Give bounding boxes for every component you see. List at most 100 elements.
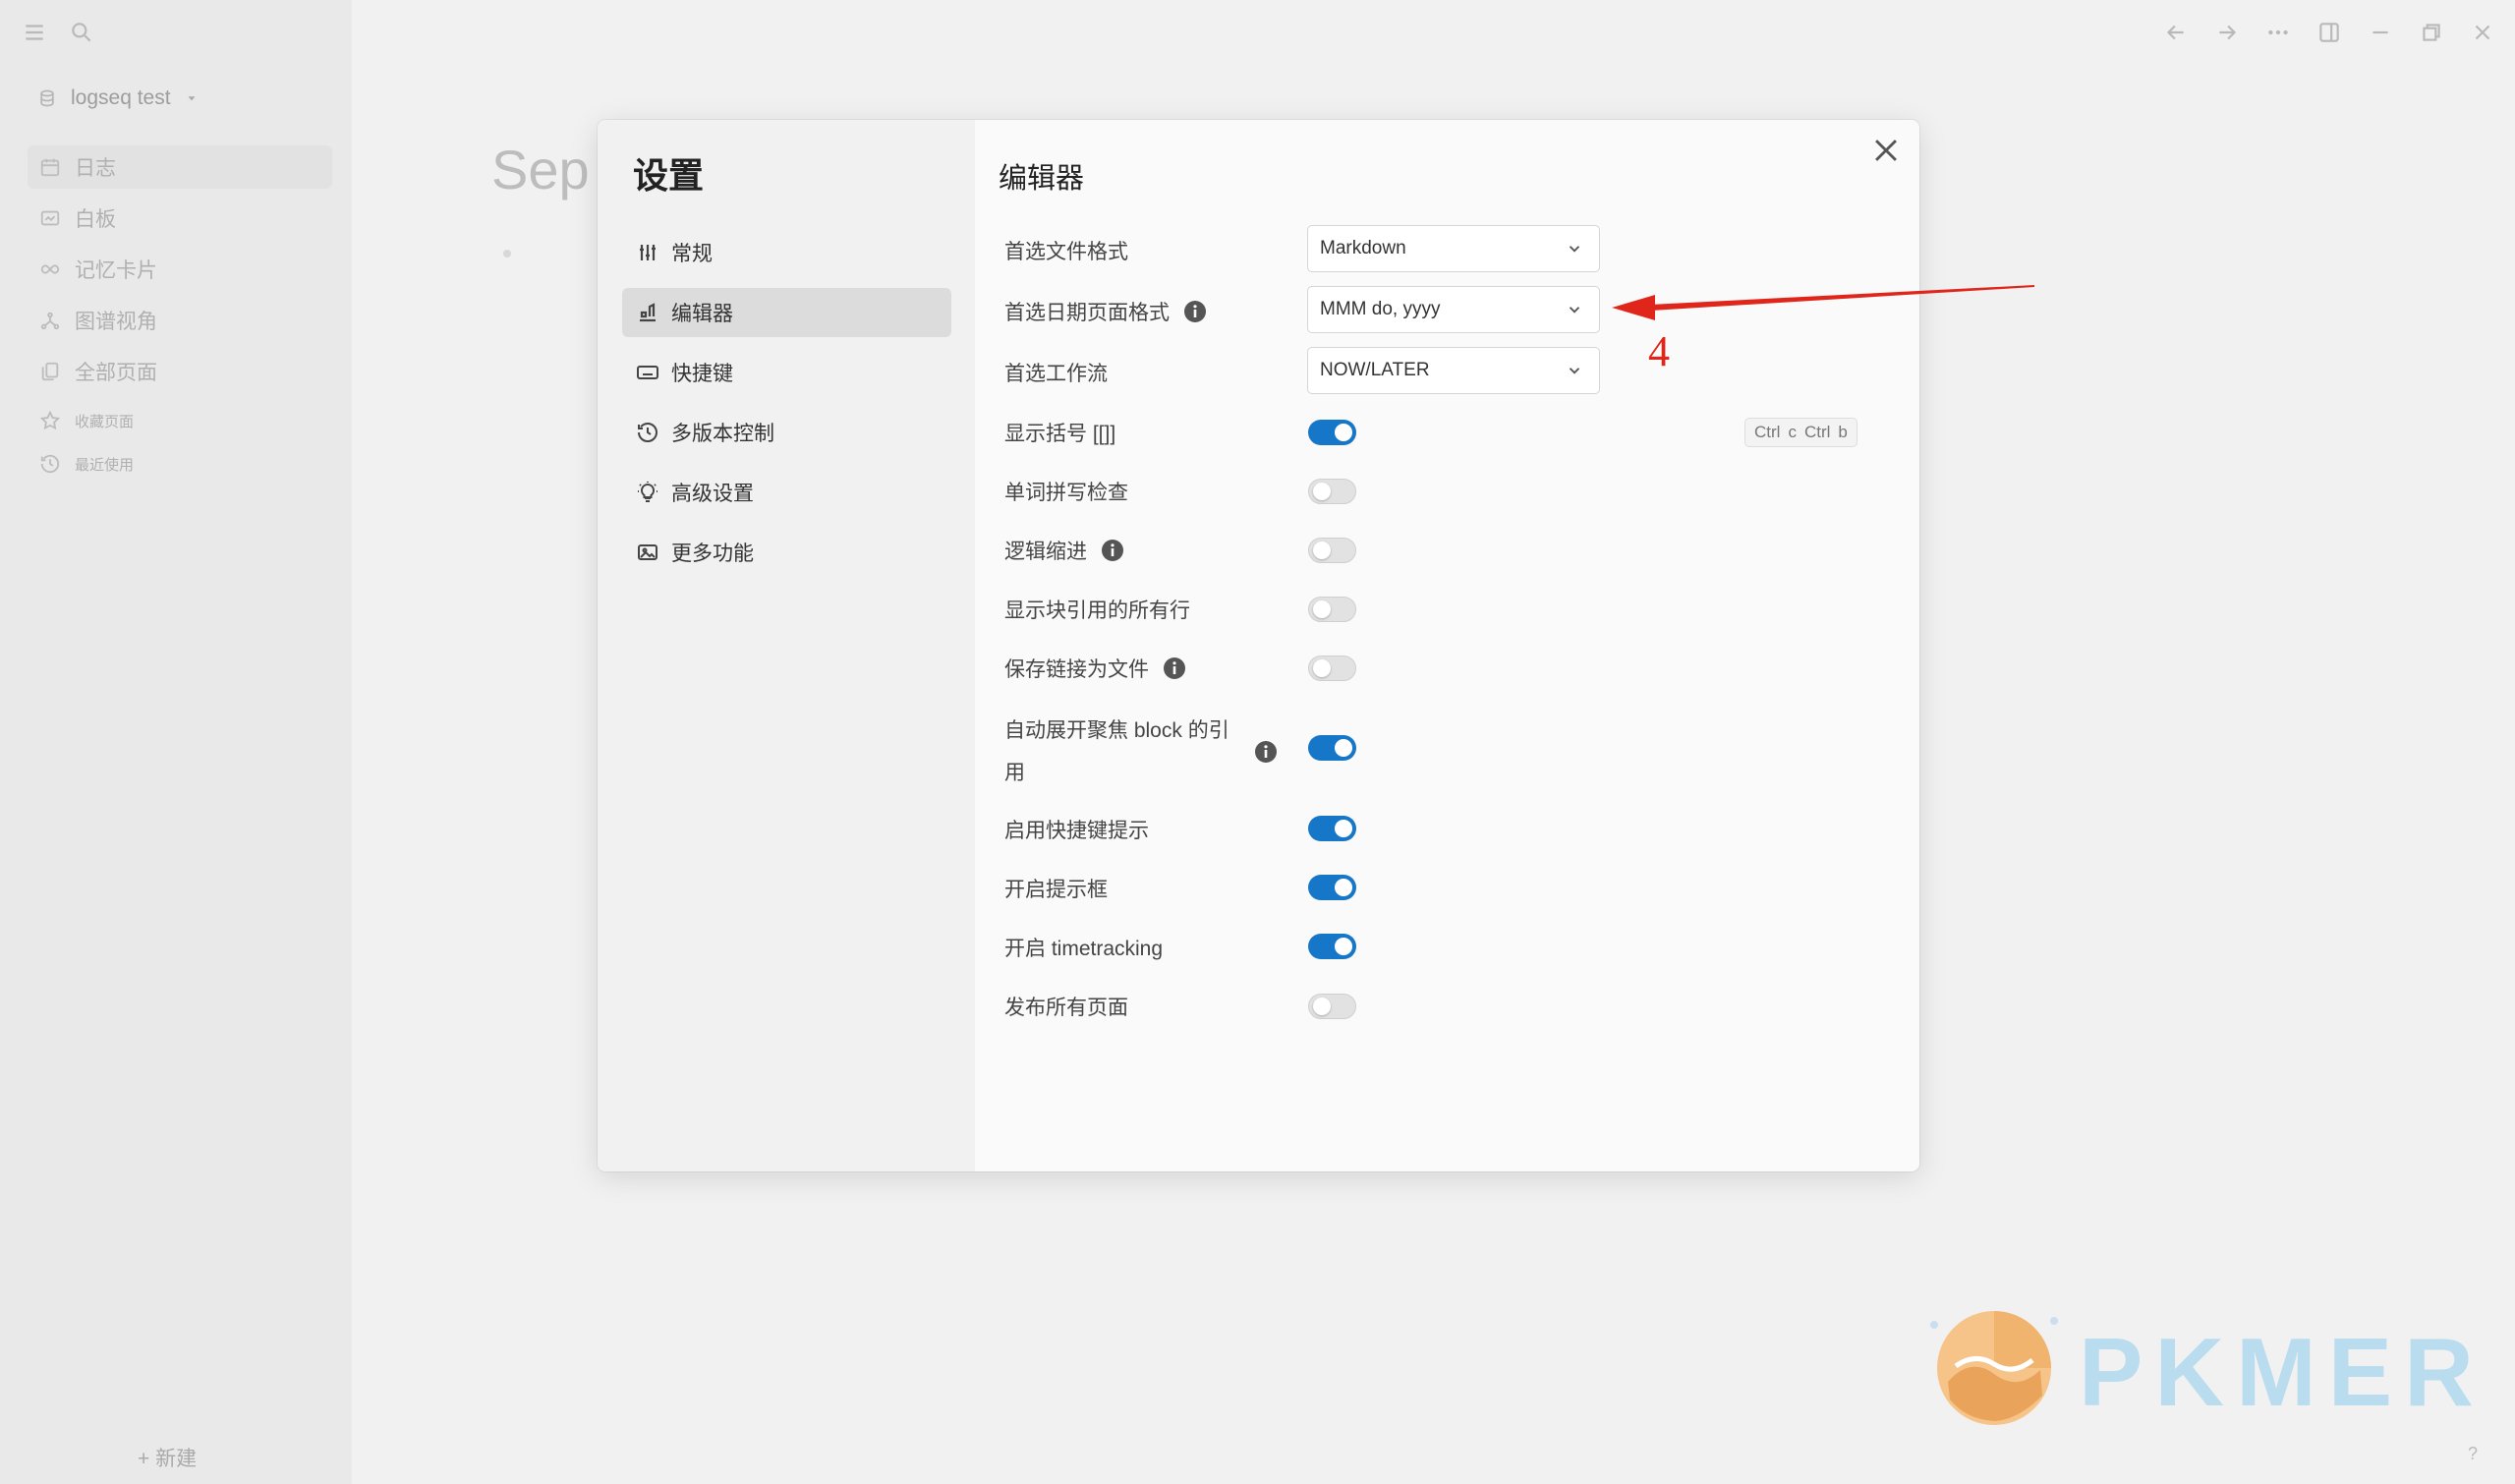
sidebar-recent[interactable]: 最近使用: [28, 444, 332, 484]
show-brackets-toggle[interactable]: [1308, 420, 1356, 445]
tab-label: 常规: [671, 243, 713, 265]
more-icon[interactable]: [2265, 20, 2291, 45]
tooltips-toggle[interactable]: [1308, 875, 1356, 900]
caret-down-icon: [188, 96, 196, 101]
sidebar-item-label: 白板: [75, 208, 116, 231]
tab-label: 高级设置: [671, 483, 754, 505]
toggle-knob: [1313, 659, 1331, 677]
infinity-icon: [40, 264, 60, 274]
toggle-knob: [1335, 879, 1352, 896]
setting-label: 单词拼写检查: [1004, 482, 1128, 504]
kbd-key: Ctrl: [1803, 423, 1831, 441]
arrow-left-icon[interactable]: [2163, 20, 2189, 45]
shortcut-tooltip-toggle[interactable]: [1308, 816, 1356, 841]
info-icon[interactable]: [1101, 539, 1124, 562]
sidebar-favorites[interactable]: 收藏页面: [28, 401, 332, 440]
journal-title: Sep: [491, 139, 590, 200]
database-icon: [40, 89, 54, 107]
select-value: NOW/LATER: [1320, 360, 1430, 380]
chevron-down-icon: [1569, 307, 1580, 314]
calendar-icon: [40, 158, 60, 177]
settings-menu: 常规 编辑器 快捷键 多版本控制 高级设置 更多功能: [622, 228, 951, 588]
setting-label: 开启 timetracking: [1004, 938, 1164, 960]
settings-modal: 设置 常规 编辑器 快捷键 多版本控制 高级设置 更多功能 编辑器 首选文件格式…: [598, 120, 1919, 1171]
shortcut-hint: Ctrl c Ctrl b: [1744, 418, 1858, 447]
keyboard-icon: [637, 366, 658, 379]
sidebar-item-graph-view[interactable]: 图谱视角: [28, 299, 332, 342]
bulb-icon: [638, 482, 657, 502]
menu-icon[interactable]: [22, 20, 47, 45]
arrow-right-icon[interactable]: [2214, 20, 2240, 45]
timetracking-toggle[interactable]: [1308, 934, 1356, 959]
workflow-select[interactable]: NOW/LATER: [1307, 347, 1600, 394]
file-format-select[interactable]: Markdown: [1307, 225, 1600, 272]
setting-row-shortcut-tooltip: 启用快捷键提示: [1004, 815, 1149, 844]
recent-label: 最近使用: [75, 456, 135, 474]
setting-row-publish-all: 发布所有页面: [1004, 992, 1128, 1021]
tab-features[interactable]: 更多功能: [622, 528, 951, 577]
sidebar-item-label: 图谱视角: [75, 311, 157, 333]
toggle-knob: [1335, 424, 1352, 441]
annotation-arrow: [1612, 285, 2034, 320]
pkmer-logo: [1930, 1311, 2058, 1425]
app-sidebar: logseq test 日志 白板 记忆卡片 图谱视角 全部页面 收藏页面 最近…: [0, 0, 352, 1484]
history-icon: [638, 422, 657, 442]
setting-row-tooltips: 开启提示框: [1004, 874, 1108, 903]
sidebar-item-label: 全部页面: [75, 362, 157, 384]
sliders-icon: [640, 245, 656, 260]
setting-label: 显示括号 [[]]: [1004, 423, 1116, 445]
top-left-toolbar: [22, 20, 94, 45]
tab-keymap[interactable]: 快捷键: [622, 348, 951, 397]
sidebar-item-flashcards[interactable]: 记忆卡片: [28, 248, 332, 291]
tab-editor[interactable]: 编辑器: [622, 288, 951, 337]
favorites-label: 收藏页面: [75, 413, 135, 430]
links-as-files-toggle[interactable]: [1308, 656, 1356, 681]
setting-row-logical-outdenting: 逻辑缩进: [1004, 536, 1124, 565]
info-icon[interactable]: [1254, 740, 1278, 764]
info-icon[interactable]: [1183, 300, 1207, 323]
new-page-button[interactable]: + 新建: [138, 1443, 197, 1472]
annotation-number: 4: [1648, 327, 1670, 375]
setting-label: 首选工作流: [1004, 363, 1108, 385]
toggle-knob: [1313, 998, 1331, 1015]
toggle-knob: [1313, 542, 1331, 559]
show-full-blocks-toggle[interactable]: [1308, 597, 1356, 622]
sidebar-item-journals[interactable]: 日志: [28, 145, 332, 189]
setting-label: 逻辑缩进: [1004, 536, 1124, 565]
minimize-icon[interactable]: [2368, 20, 2393, 45]
tab-version-control[interactable]: 多版本控制: [622, 408, 951, 457]
publish-all-toggle[interactable]: [1308, 994, 1356, 1019]
star-icon: [39, 410, 61, 430]
graph-name-label: logseq test: [71, 86, 171, 109]
search-icon[interactable]: [69, 20, 94, 45]
setting-row-timetracking: 开启 timetracking: [1004, 933, 1163, 962]
sidebar-item-all-pages[interactable]: 全部页面: [28, 350, 332, 393]
restore-icon[interactable]: [2419, 20, 2444, 45]
graph-icon: [40, 312, 60, 330]
tab-general[interactable]: 常规: [622, 228, 951, 277]
logical-outdenting-toggle[interactable]: [1308, 538, 1356, 563]
date-format-select[interactable]: MMM do, yyyy: [1307, 286, 1600, 333]
settings-title: 设置: [633, 155, 705, 196]
setting-row-workflow: 首选工作流: [1004, 358, 1108, 387]
spell-check-toggle[interactable]: [1308, 479, 1356, 504]
graph-selector[interactable]: logseq test: [37, 86, 199, 110]
setting-row-date-format: 首选日期页面格式: [1004, 297, 1207, 326]
kbd-key: b: [1838, 423, 1848, 441]
sidebar-item-whiteboards[interactable]: 白板: [28, 197, 332, 240]
auto-expand-refs-toggle[interactable]: [1308, 735, 1356, 761]
setting-row-show-full-blocks: 显示块引用的所有行: [1004, 595, 1190, 624]
setting-row-show-brackets: 显示括号 [[]]: [1004, 418, 1115, 447]
tab-label: 快捷键: [671, 363, 733, 385]
toggle-knob: [1335, 820, 1352, 837]
sidebar-toggle-icon[interactable]: [2316, 20, 2342, 45]
tab-advanced[interactable]: 高级设置: [622, 468, 951, 517]
window-close-icon[interactable]: [2470, 20, 2495, 45]
settings-sidebar: 设置 常规 编辑器 快捷键 多版本控制 高级设置 更多功能: [598, 120, 975, 1171]
info-icon[interactable]: [1163, 656, 1186, 680]
help-button[interactable]: ?: [2468, 1444, 2478, 1464]
setting-label: 首选日期页面格式: [1004, 297, 1207, 326]
block-bullet: [503, 250, 511, 257]
pages-icon: [41, 362, 59, 381]
close-icon[interactable]: [1869, 134, 1903, 167]
